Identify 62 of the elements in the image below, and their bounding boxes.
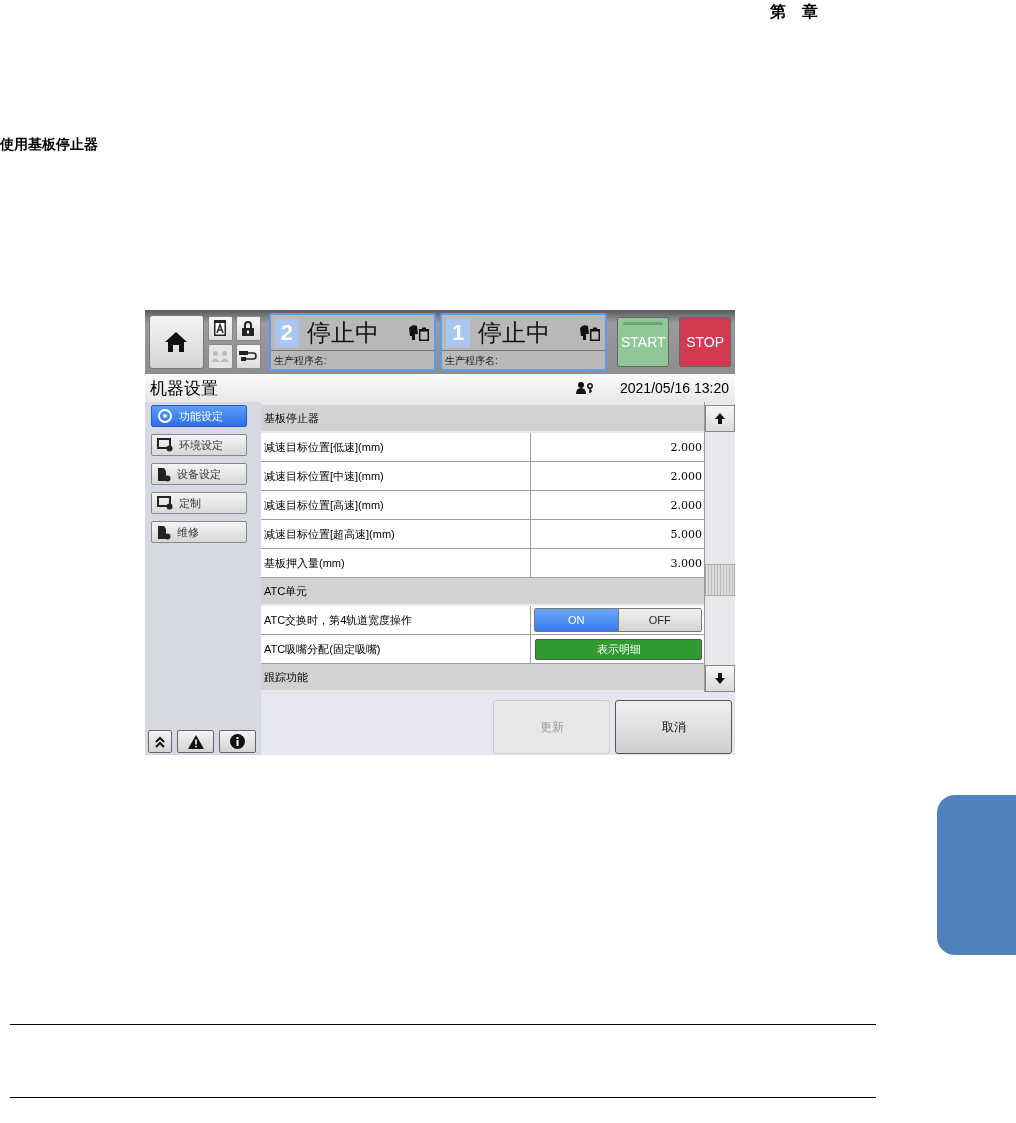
hand-clipboard-icon <box>579 323 602 342</box>
cancel-button[interactable]: 取消 <box>615 700 732 754</box>
connection-button[interactable] <box>235 343 261 369</box>
lock-icon <box>242 320 255 336</box>
setting-label: ATC吸嘴分配(固定吸嘴) <box>261 635 531 663</box>
setting-label: 减速目标位置[低速](mm) <box>261 433 531 461</box>
setting-value: 3.000 <box>670 556 702 570</box>
warning-button[interactable] <box>177 730 214 753</box>
section-header: 跟踪功能 <box>261 664 704 692</box>
info-button[interactable] <box>219 730 256 753</box>
monitor-icon <box>157 438 173 452</box>
stop-button[interactable]: STOP <box>679 317 731 367</box>
document-button[interactable] <box>207 315 233 341</box>
double-chevron-up-icon <box>155 735 165 748</box>
sidebar-item[interactable]: 环境设定 <box>151 434 247 456</box>
off-toggle[interactable]: OFF <box>617 609 701 631</box>
details-button[interactable]: 表示明细 <box>535 638 702 660</box>
section-heading: 使用基板停止器 <box>0 136 99 154</box>
chapter-label: 第 章 <box>770 1 819 23</box>
cable-icon <box>239 350 258 362</box>
home-button[interactable] <box>149 315 204 369</box>
setting-label: 基板押入量(mm) <box>261 549 531 577</box>
user-key-icon <box>576 382 594 394</box>
setting-label: 减速目标位置[中速](mm) <box>261 462 531 490</box>
down-arrow-icon <box>715 673 725 684</box>
users-icon <box>211 350 230 362</box>
lane-number: 2 <box>274 318 299 347</box>
setting-value: 5.000 <box>670 527 702 541</box>
setting-value: 2.000 <box>670 498 702 512</box>
hand-clipboard-icon <box>408 323 431 342</box>
screen-title: 机器设置 <box>150 377 219 400</box>
setting-label: 减速目标位置[超高速](mm) <box>261 520 531 548</box>
setting-value: 2.000 <box>670 469 702 483</box>
sidebar-item[interactable]: 设备设定 <box>151 463 247 485</box>
collapse-button[interactable] <box>148 730 172 753</box>
sidebar-item[interactable]: 定制 <box>151 492 247 514</box>
setting-label: ATC交换时，第4轨道宽度操作 <box>261 606 531 634</box>
lane-status: 停止中 <box>478 317 552 348</box>
document-letter-icon <box>214 320 227 336</box>
home-icon <box>164 331 189 353</box>
scrollbar[interactable] <box>704 402 735 692</box>
up-arrow-icon <box>715 413 725 424</box>
scroll-up-button[interactable] <box>705 405 735 432</box>
info-icon <box>230 734 245 749</box>
device-icon <box>157 466 171 482</box>
monitor-icon <box>157 496 173 510</box>
sidebar-item[interactable]: 维修 <box>151 521 247 543</box>
date-time: 2021/05/16 13:20 <box>620 380 729 396</box>
scroll-down-button[interactable] <box>705 665 735 692</box>
scroll-thumb[interactable] <box>705 564 735 596</box>
warning-icon <box>187 734 204 749</box>
sidebar-item[interactable]: 功能设定 <box>151 405 247 427</box>
lane-number: 1 <box>446 318 471 347</box>
section-header: 基板停止器 <box>261 405 704 433</box>
lane-status: 停止中 <box>306 317 380 348</box>
program-name-label: 生产程序名: <box>444 354 499 368</box>
program-name-label: 生产程序名: <box>272 354 328 368</box>
lock-button[interactable] <box>235 315 261 341</box>
device-icon <box>157 524 171 540</box>
setting-label: 减速目标位置[高速](mm) <box>261 491 531 519</box>
setting-value: 2.000 <box>670 440 702 454</box>
section-header: ATC单元 <box>261 578 704 606</box>
